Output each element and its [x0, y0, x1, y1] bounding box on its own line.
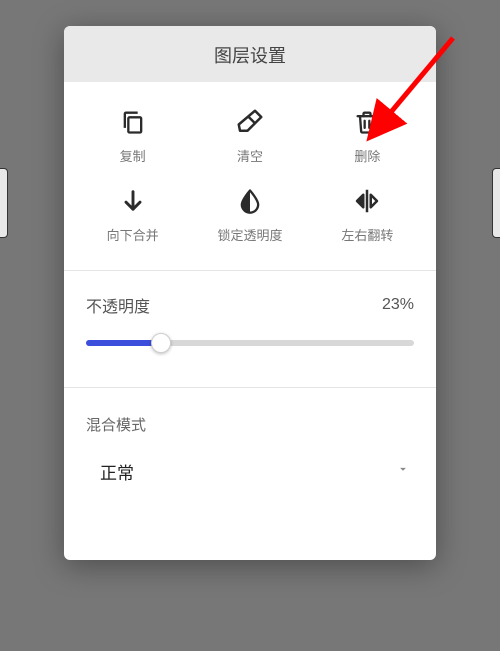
droplet-icon: [234, 185, 266, 217]
clear-label: 清空: [237, 146, 263, 165]
merge-down-button[interactable]: 向下合并: [74, 185, 191, 244]
action-grid: 复制 清空 删除: [64, 82, 436, 254]
flip-horizontal-button[interactable]: 左右翻转: [309, 185, 426, 244]
flip-horizontal-label: 左右翻转: [341, 225, 393, 244]
blend-mode-select[interactable]: 正常: [86, 453, 414, 490]
trash-icon: [351, 106, 383, 138]
slider-thumb[interactable]: [151, 333, 171, 353]
copy-icon: [117, 106, 149, 138]
eraser-icon: [234, 106, 266, 138]
copy-button[interactable]: 复制: [74, 106, 191, 165]
chevron-down-icon: [396, 462, 410, 481]
arrow-down-icon: [117, 185, 149, 217]
opacity-label: 不透明度: [86, 293, 150, 317]
blend-mode-value: 正常: [100, 459, 134, 484]
merge-down-label: 向下合并: [107, 225, 159, 244]
opacity-slider[interactable]: [86, 333, 414, 353]
layer-settings-panel: 图层设置 复制 清空: [64, 26, 436, 560]
blend-mode-label: 混合模式: [86, 414, 414, 435]
left-side-button-stub[interactable]: [0, 168, 8, 238]
delete-label: 删除: [354, 146, 380, 165]
slider-fill: [86, 340, 161, 346]
copy-label: 复制: [120, 146, 146, 165]
flip-horizontal-icon: [351, 185, 383, 217]
right-side-button-stub[interactable]: [492, 168, 500, 238]
blend-mode-section: 混合模式 正常: [64, 388, 436, 560]
lock-alpha-label: 锁定透明度: [217, 225, 282, 244]
clear-button[interactable]: 清空: [191, 106, 308, 165]
lock-alpha-button[interactable]: 锁定透明度: [191, 185, 308, 244]
panel-title: 图层设置: [64, 26, 436, 82]
opacity-section: 不透明度 23%: [64, 271, 436, 361]
delete-button[interactable]: 删除: [309, 106, 426, 165]
opacity-value: 23%: [382, 296, 414, 314]
